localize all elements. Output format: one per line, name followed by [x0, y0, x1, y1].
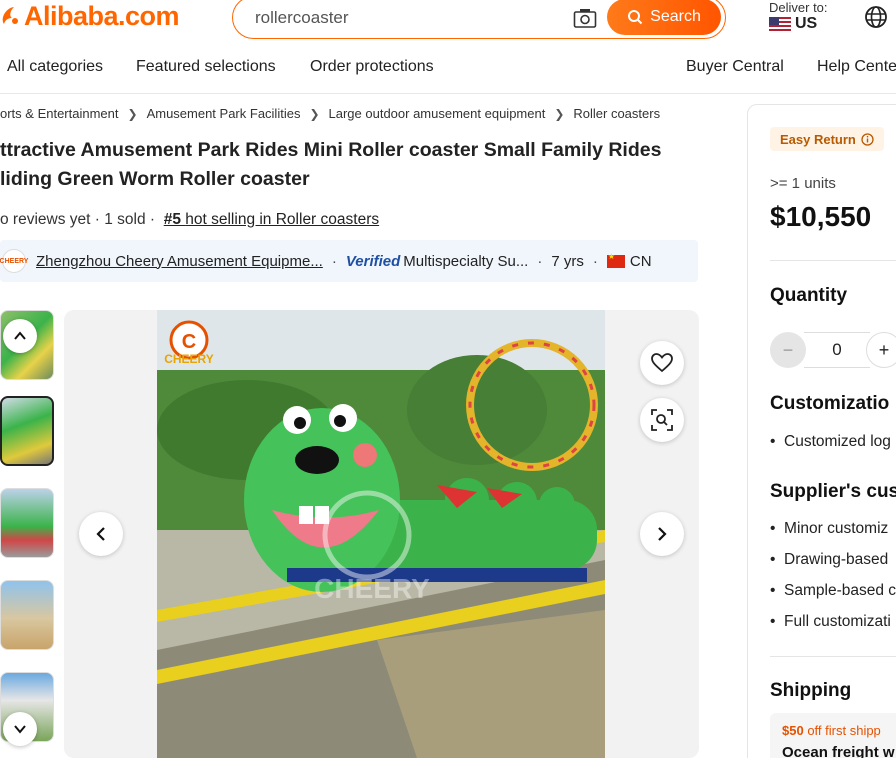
chevron-left-icon[interactable]	[79, 512, 123, 556]
thumbnail-image[interactable]	[0, 488, 54, 558]
image-search-icon[interactable]	[640, 398, 684, 442]
product-title-line1: ttractive Amusement Park Rides Mini Roll…	[0, 139, 662, 161]
purchase-panel: Easy Return >= 1 units $10,550 Quantity …	[747, 104, 896, 758]
deliver-country-selector[interactable]: US	[769, 15, 817, 33]
promo-text: off first shipp	[807, 723, 881, 738]
nav-featured-selections[interactable]: Featured selections	[136, 58, 276, 76]
quantity-input[interactable]: 0	[804, 332, 870, 368]
supplier-bar: CHEERY Zhengzhou Cheery Amusement Equipm…	[0, 240, 698, 282]
rank-text: hot selling in Roller coasters	[185, 211, 380, 228]
shipping-title: Shipping	[770, 680, 852, 701]
svg-text:CHEERY: CHEERY	[164, 352, 214, 366]
breadcrumb-item[interactable]: orts & Entertainment	[0, 106, 119, 121]
product-price: $10,550	[770, 201, 872, 232]
supplier-customization-item: • Sample-based c	[770, 582, 896, 599]
chevron-right-icon: ❯	[309, 106, 320, 121]
main-product-image[interactable]: C CHEERY CHEERY	[64, 310, 699, 758]
deliver-label: Deliver to:	[769, 0, 828, 15]
easy-return-label: Easy Return	[780, 131, 856, 147]
easy-return-badge[interactable]: Easy Return	[770, 127, 884, 151]
search-button[interactable]: Search	[607, 0, 721, 35]
promo-amount: $50	[782, 723, 804, 738]
customization-title: Customizatio	[770, 393, 890, 414]
heart-icon[interactable]	[640, 341, 684, 385]
hot-selling-rank-link[interactable]: #5 hot selling in Roller coasters	[164, 211, 379, 228]
breadcrumb-item[interactable]: Roller coasters	[573, 106, 660, 121]
globe-icon[interactable]	[864, 5, 888, 29]
chevron-right-icon: ❯	[127, 106, 138, 121]
thumbnail-image-selected[interactable]	[0, 396, 54, 466]
search-icon	[628, 10, 643, 25]
category-nav: All categories Featured selections Order…	[0, 44, 896, 94]
camera-icon[interactable]	[573, 7, 597, 29]
supplier-customization-item: • Drawing-based	[770, 551, 889, 568]
supplier-customization-item: • Full customizati	[770, 613, 891, 630]
breadcrumb: orts & Entertainment ❯ Amusement Park Fa…	[0, 106, 660, 121]
chevron-up-icon[interactable]	[3, 319, 37, 353]
thumbnail-image[interactable]	[0, 580, 54, 650]
quantity-decrease-button[interactable]: −	[770, 332, 806, 368]
nav-all-categories[interactable]: All categories	[7, 58, 103, 76]
chevron-right-icon[interactable]	[640, 512, 684, 556]
product-title-line2: liding Green Worm Roller coaster	[0, 168, 310, 190]
header: Alibaba.com Search Deliver to: US	[0, 0, 896, 44]
search-button-label: Search	[650, 8, 701, 25]
search-input[interactable]	[255, 6, 555, 30]
quantity-increase-button[interactable]: +	[866, 332, 896, 368]
supplier-years: 7 yrs	[551, 252, 584, 270]
supplier-name-link[interactable]: Zhengzhou Cheery Amusement Equipme...	[36, 253, 323, 270]
breadcrumb-item[interactable]: Large outdoor amusement equipment	[329, 106, 546, 121]
deliver-country-text: US	[795, 15, 818, 32]
info-icon	[861, 132, 874, 146]
nav-help-center[interactable]: Help Cente	[817, 58, 896, 76]
sold-count: 1 sold	[104, 211, 146, 228]
supplier-customization-title: Supplier's cus	[770, 481, 896, 502]
svg-text:C: C	[182, 331, 196, 353]
us-flag-icon	[769, 16, 791, 32]
promo-subtitle: Ocean freight w	[782, 744, 895, 758]
supplier-customization-item: • Minor customiz	[770, 520, 889, 537]
rank-number: #5	[163, 211, 181, 228]
customization-item: • Customized log	[770, 433, 891, 450]
nav-buyer-central[interactable]: Buyer Central	[686, 58, 784, 76]
alibaba-logo-icon	[2, 6, 18, 24]
min-order-units: >= 1 units	[770, 175, 836, 192]
supplier-logo[interactable]: CHEERY	[0, 249, 28, 273]
supplier-country: CN	[629, 252, 652, 270]
watermark-text: CHEERY	[314, 573, 430, 604]
divider	[770, 656, 896, 657]
china-flag-icon	[606, 252, 625, 268]
chevron-right-icon: ❯	[554, 106, 565, 121]
shipping-promo[interactable]: $50 off first shipp Ocean freight w	[770, 713, 896, 758]
supplier-type: Multispecialty Su...	[403, 252, 529, 270]
divider	[770, 260, 896, 261]
verified-badge[interactable]: Verified	[346, 253, 400, 270]
roller-coaster-photo: C CHEERY CHEERY	[157, 310, 605, 758]
quantity-label: Quantity	[770, 285, 848, 306]
logo-text: Alibaba.com	[24, 1, 180, 31]
product-title: ttractive Amusement Park Rides Mini Roll…	[0, 136, 700, 194]
reviews-count[interactable]: o reviews yet	[0, 211, 90, 228]
chevron-down-icon[interactable]	[3, 712, 37, 746]
breadcrumb-item[interactable]: Amusement Park Facilities	[147, 106, 301, 121]
nav-order-protections[interactable]: Order protections	[310, 58, 434, 76]
product-meta: o reviews yet · 1 sold · #5 hot selling …	[0, 211, 380, 228]
product-photo: C CHEERY CHEERY	[157, 310, 605, 758]
search-bar: Search	[232, 0, 726, 39]
alibaba-logo[interactable]: Alibaba.com	[0, 1, 180, 32]
